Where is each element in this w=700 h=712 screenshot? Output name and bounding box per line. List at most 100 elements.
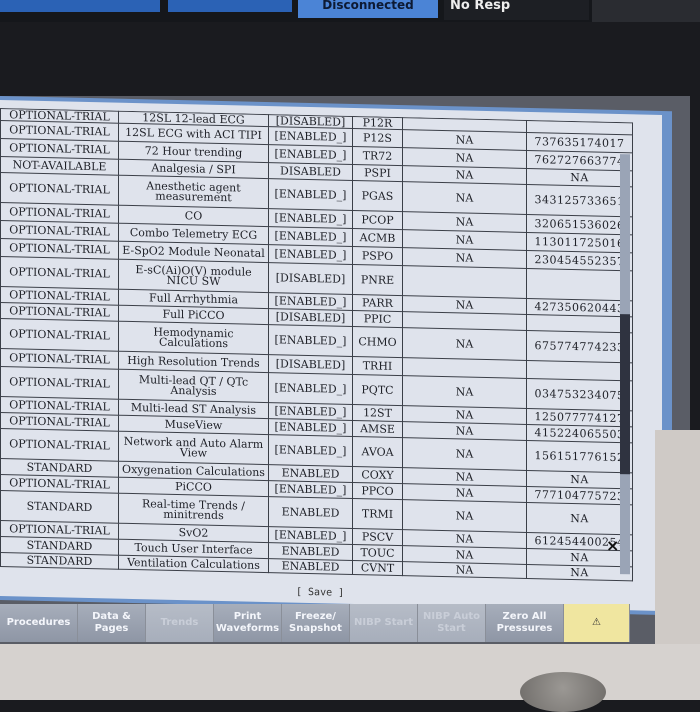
option-name-cell: Ventilation Calculations xyxy=(118,555,269,573)
softkey-button[interactable]: Data & Pages xyxy=(78,604,146,642)
enabled-state-cell[interactable]: [ENABLED_] xyxy=(268,372,353,405)
monitor-screen: OPTIONAL-TRIAL 12SL 12-lead ECG [DISABLED]… xyxy=(0,96,690,644)
license-key-cell: 156151776152 xyxy=(526,440,633,473)
license-status-cell: OPTIONAL-TRIAL xyxy=(0,318,119,352)
option-code-cell: ACMB xyxy=(352,228,403,248)
license-table-container: OPTIONAL-TRIAL 12SL 12-lead ECG [DISABLED]… xyxy=(0,108,640,585)
enabled-state-cell[interactable]: [ENABLED_] xyxy=(268,144,353,165)
option-code-cell: AVOA xyxy=(352,436,403,468)
license-key-cell: 320651536026 xyxy=(526,214,633,235)
option-name-cell: Anesthetic agent measurement xyxy=(118,175,269,209)
option-name-cell: Multi-lead QT / QTc Analysis xyxy=(118,369,269,403)
option-code-cell: TRMI xyxy=(352,498,403,530)
trim-knob[interactable] xyxy=(520,672,606,712)
license-status-cell: OPTIONAL-TRIAL xyxy=(0,428,119,462)
enabled-state-cell[interactable]: ENABLED xyxy=(268,542,353,561)
option-name-cell: E-sC(Ai)O(V) module NICU SW xyxy=(118,259,269,293)
option-code-cell: PCOP xyxy=(352,210,403,230)
softkey-bar: Procedures Data & Pages Trends Print Wavefo… xyxy=(0,604,630,642)
option-code-cell: PSCV xyxy=(352,528,403,546)
table-scrollbar[interactable] xyxy=(620,154,630,575)
enabled-state-cell[interactable]: [ENABLED_] xyxy=(268,292,353,311)
softkey-button[interactable]: Trends xyxy=(146,604,214,642)
option-name-cell: Hemodynamic Calculations xyxy=(118,321,269,355)
expiry-cell: NA xyxy=(402,437,527,471)
softkey-button[interactable]: NIBP Start xyxy=(350,604,418,642)
license-key-cell: 762727663774 xyxy=(526,150,633,171)
softkey-button[interactable]: Print Waveforms xyxy=(214,604,282,642)
softkey-button[interactable]: Zero All Pressures xyxy=(486,604,564,642)
enabled-state-cell[interactable]: [ENABLED_] xyxy=(268,480,353,499)
option-code-cell: PSPO xyxy=(352,246,403,266)
option-code-cell: PNRE xyxy=(352,264,403,296)
option-code-cell: TRHI xyxy=(352,356,403,376)
expiry-cell: NA xyxy=(402,561,527,579)
option-code-cell: P12S xyxy=(352,128,403,148)
license-table: OPTIONAL-TRIAL 12SL 12-lead ECG [DISABLED]… xyxy=(0,108,633,581)
option-code-cell: PPIC xyxy=(352,310,403,328)
top-status-bar: Disconnected No Resp xyxy=(0,0,700,22)
option-name-cell: Network and Auto Alarm View xyxy=(118,431,269,465)
expiry-cell: NA xyxy=(402,181,527,215)
enabled-state-cell[interactable]: [ENABLED_] xyxy=(268,244,353,265)
enabled-state-cell[interactable]: [ENABLED_] xyxy=(268,178,353,211)
option-code-cell: TOUC xyxy=(352,544,403,562)
top-right-tile[interactable] xyxy=(592,0,700,22)
softkey-button[interactable]: NIBP Auto Start xyxy=(418,604,486,642)
license-key-cell: 034753234075 xyxy=(526,378,633,411)
license-key-cell: NA xyxy=(526,502,633,535)
save-button[interactable]: [ Save ] xyxy=(296,587,344,599)
enabled-state-cell[interactable]: [DISABLED] xyxy=(268,354,353,375)
licenses-panel: OPTIONAL-TRIAL 12SL 12-lead ECG [DISABLED]… xyxy=(0,96,672,616)
scrollbar-thumb[interactable] xyxy=(620,314,630,475)
enabled-state-cell[interactable]: [DISABLED] xyxy=(268,308,353,327)
option-code-cell: PPCO xyxy=(352,482,403,500)
enabled-state-cell[interactable]: [ENABLED_] xyxy=(268,324,353,357)
enabled-state-cell[interactable]: [ENABLED_] xyxy=(268,434,353,467)
enabled-state-cell[interactable]: [DISABLED] xyxy=(268,262,353,295)
softkey-button[interactable]: Procedures xyxy=(0,604,78,642)
option-code-cell: PQTC xyxy=(352,374,403,406)
option-code-cell: P12R xyxy=(352,116,403,130)
option-code-cell: 12ST xyxy=(352,404,403,422)
softkey-button[interactable]: Freeze/ Snapshot xyxy=(282,604,350,642)
enabled-state-cell[interactable]: ENABLED xyxy=(268,558,353,575)
option-code-cell: CHMO xyxy=(352,326,403,358)
expiry-cell: NA xyxy=(402,327,527,361)
close-icon[interactable]: × xyxy=(606,536,619,555)
license-status-cell: OPTIONAL-TRIAL xyxy=(0,256,119,290)
enabled-state-cell[interactable]: DISABLED xyxy=(268,162,353,181)
enabled-state-cell[interactable]: [ENABLED_] xyxy=(268,226,353,247)
no-resp-status[interactable]: No Resp xyxy=(444,0,589,20)
expiry-cell: NA xyxy=(402,499,527,533)
enabled-state-cell[interactable]: [ENABLED_] xyxy=(268,402,353,421)
license-key-cell xyxy=(526,360,633,381)
enabled-state-cell[interactable]: [ENABLED_] xyxy=(268,418,353,437)
alarm-silence-icon[interactable]: ⚠ xyxy=(564,604,630,642)
license-status-cell: OPTIONAL-TRIAL xyxy=(0,172,119,206)
license-key-cell: 737635174017 xyxy=(526,132,633,153)
license-key-cell: 230454552357 xyxy=(526,250,633,271)
licenses-panel-body: OPTIONAL-TRIAL 12SL 12-lead ECG [DISABLED]… xyxy=(0,100,662,612)
enabled-state-cell[interactable]: [ENABLED_] xyxy=(268,526,353,545)
license-key-cell: 113011725016 xyxy=(526,232,633,253)
license-key-cell xyxy=(526,268,633,301)
expiry-cell: NA xyxy=(402,375,527,409)
license-key-cell: NA xyxy=(526,564,633,581)
license-key-cell: 675774774233 xyxy=(526,330,633,363)
expiry-cell xyxy=(402,265,527,299)
option-name-cell: Real-time Trends / minitrends xyxy=(118,493,269,527)
enabled-state-cell[interactable]: ENABLED xyxy=(268,464,353,483)
option-code-cell: PSPI xyxy=(352,164,403,182)
status-tab-2[interactable] xyxy=(168,0,292,12)
status-tab-1[interactable] xyxy=(0,0,160,12)
disconnected-status[interactable]: Disconnected xyxy=(298,0,438,18)
option-code-cell: COXY xyxy=(352,466,403,484)
option-code-cell: CVNT xyxy=(352,560,403,576)
license-key-cell: 343125733651 xyxy=(526,184,633,217)
enabled-state-cell[interactable]: [ENABLED_] xyxy=(268,126,353,147)
enabled-state-cell[interactable]: [ENABLED_] xyxy=(268,208,353,229)
license-status-cell: STANDARD xyxy=(0,552,119,570)
license-status-cell: STANDARD xyxy=(0,490,119,524)
enabled-state-cell[interactable]: ENABLED xyxy=(268,496,353,529)
